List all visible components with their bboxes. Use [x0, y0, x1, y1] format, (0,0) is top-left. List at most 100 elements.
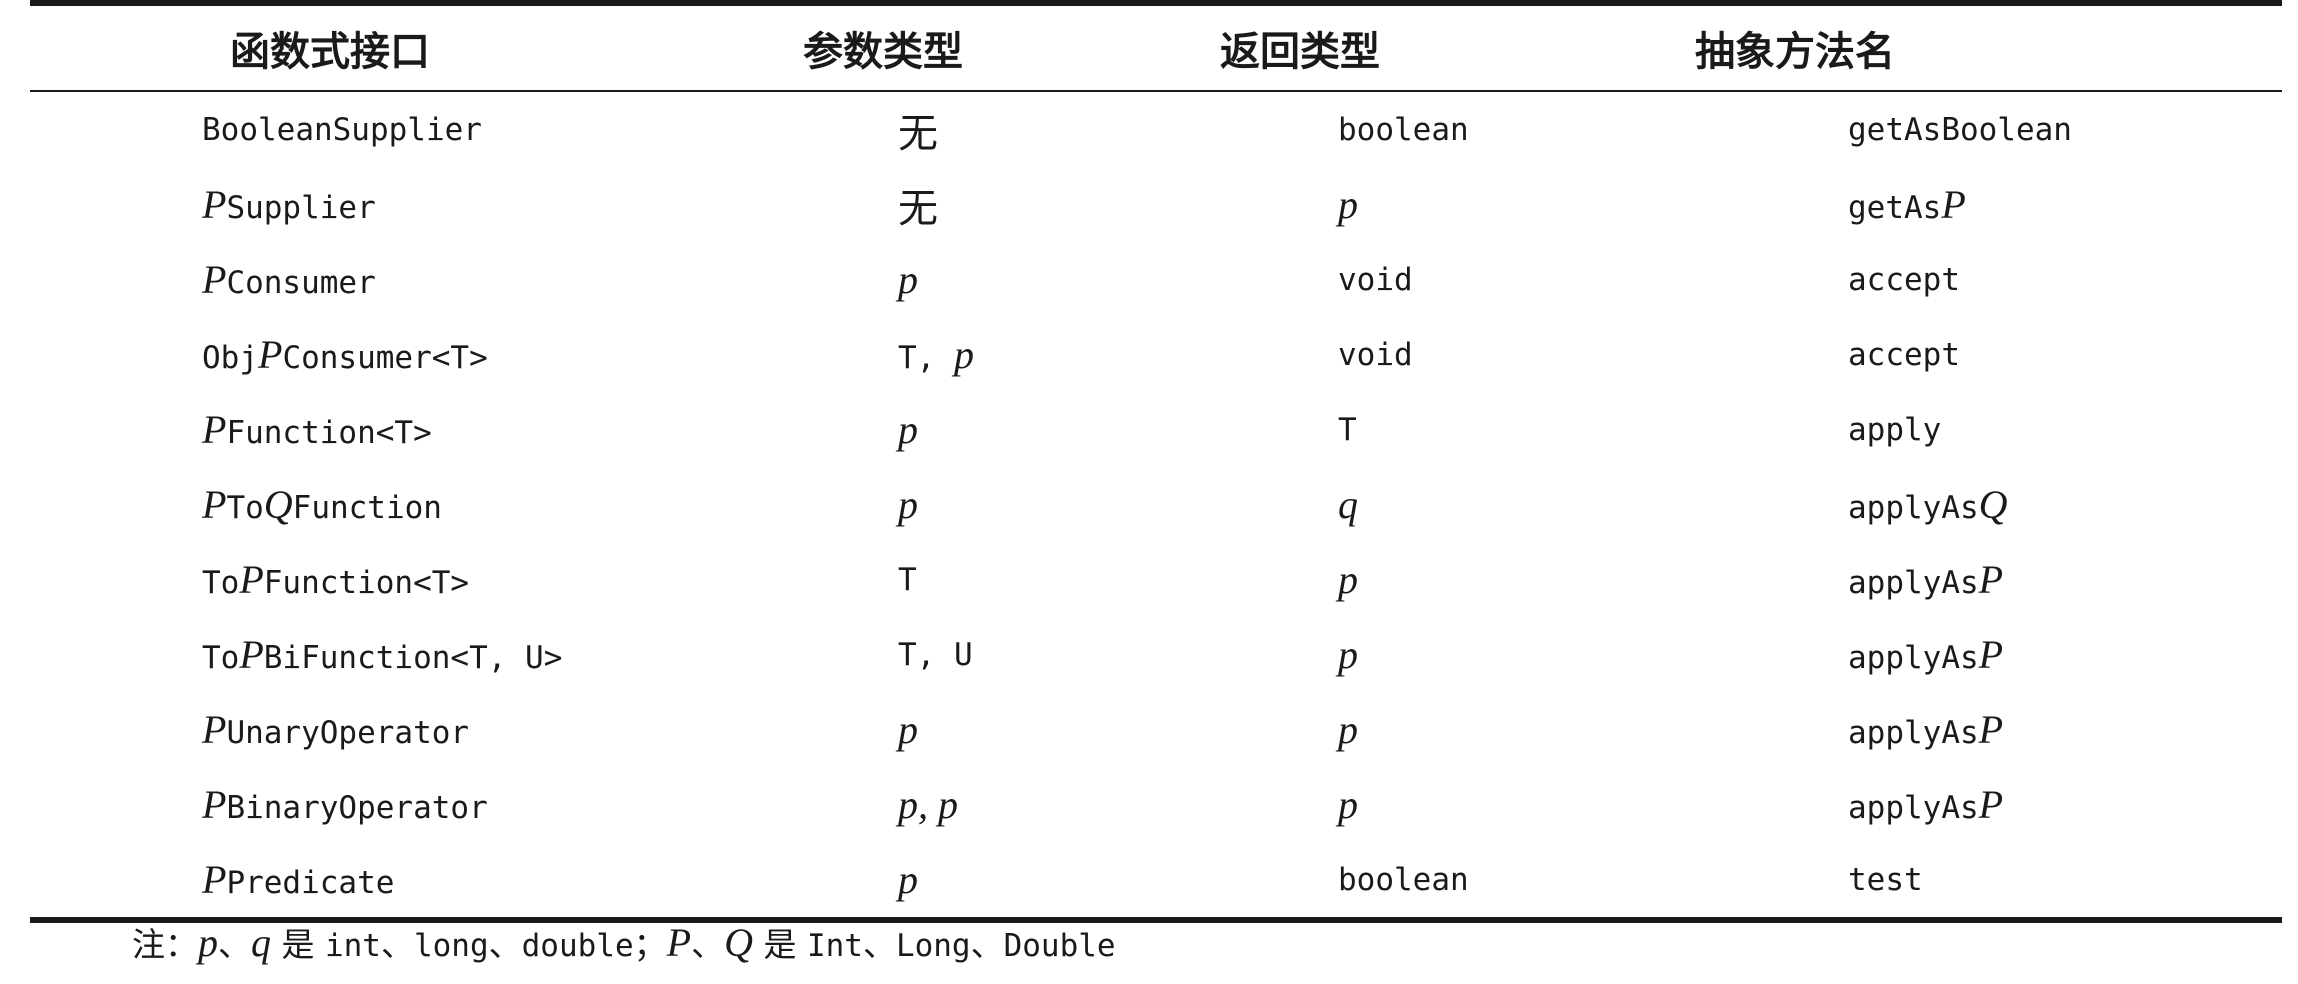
cell-method-name: applyAsP [1848, 631, 2282, 678]
cell-return-type-part: p [1338, 707, 1358, 752]
cell-interface: PFunction<T> [30, 406, 898, 453]
cell-param-type: 无 [898, 101, 1338, 159]
cell-interface: PBinaryOperator [30, 781, 898, 828]
cell-param-type-part: 无 [898, 185, 938, 232]
footnote-part: q [251, 920, 271, 965]
header-return-type: 返回类型 [1220, 29, 1380, 75]
cell-return-type-part: p [1338, 632, 1358, 677]
cell-method-name-part: applyAs [1848, 640, 1979, 676]
table-row: ObjPConsumer<T> T, p void accept [30, 317, 2282, 392]
cell-param-type-part: 无 [898, 110, 938, 157]
cell-interface: PConsumer [30, 256, 898, 303]
cell-param-type: p, p [898, 781, 1338, 828]
cell-return-type-part: p [1338, 782, 1358, 827]
table-row: ToPBiFunction<T, U> T, Up applyAsP [30, 617, 2282, 692]
cell-method-name: applyAsP [1848, 781, 2282, 828]
cell-param-type: p [898, 856, 1338, 903]
table-row: ToPFunction<T> Tp applyAsP [30, 542, 2282, 617]
cell-method-name-part: test [1848, 861, 1923, 898]
footnote-part: p [198, 920, 218, 965]
cell-param-type: p [898, 706, 1338, 753]
cell-return-type-part: boolean [1338, 111, 1469, 148]
footnote-part: int [324, 928, 381, 964]
footnote-part: P [666, 920, 692, 965]
cell-interface-part: P [202, 482, 227, 527]
cell-param-type-part: p [898, 707, 918, 752]
table-header-row: 函数式接口 参数类型 返回类型 抽象方法名 [30, 6, 2282, 90]
cell-return-type: p [1338, 631, 1848, 678]
cell-interface-part: BinaryOperator [226, 790, 488, 826]
footnote-part: 、 [488, 925, 522, 964]
footnote-part: ； [633, 925, 667, 964]
cell-method-name-part: apply [1848, 411, 1942, 448]
cell-interface-part: Supplier [226, 190, 376, 226]
cell-interface: PToQFunction [30, 481, 898, 528]
table-row: PSupplier 无 p getAsP [30, 167, 2282, 242]
footnote-part: double [521, 928, 634, 964]
footnote-part: 是 [271, 925, 325, 964]
footnote-part: 、 [380, 925, 414, 964]
footnote-part: 、 [862, 925, 896, 964]
functional-interface-table: 函数式接口 参数类型 返回类型 抽象方法名 BooleanSupplier 无 bo… [30, 0, 2282, 923]
cell-method-name: applyAsP [1848, 556, 2282, 603]
cell-param-type: p [898, 256, 1338, 303]
table-row: PToQFunction p q applyAsQ [30, 467, 2282, 542]
cell-interface-part: P [239, 557, 264, 602]
cell-interface-part: BooleanSupplier [202, 111, 482, 148]
cell-return-type: T [1338, 412, 1848, 448]
cell-method-name: apply [1848, 412, 2282, 448]
cell-return-type: boolean [1338, 862, 1848, 898]
cell-interface-part: P [202, 707, 227, 752]
cell-return-type: boolean [1338, 112, 1848, 148]
cell-method-name-part: applyAs [1848, 490, 1979, 526]
cell-method-name-part: Q [1978, 482, 2008, 527]
cell-param-type: T, p [898, 331, 1338, 378]
cell-method-name-part: P [1978, 632, 2004, 677]
cell-interface-part: To [226, 490, 264, 526]
cell-return-type: void [1338, 262, 1848, 298]
cell-return-type-part: p [1338, 182, 1358, 227]
cell-param-type-part: p [898, 857, 918, 902]
cell-method-name: getAsP [1848, 181, 2282, 228]
footnote-part: 、 [218, 925, 251, 964]
cell-method-name: applyAsP [1848, 706, 2282, 753]
cell-return-type-part: T [1338, 411, 1357, 448]
cell-method-name-part: accept [1848, 261, 1960, 298]
cell-return-type: void [1338, 337, 1848, 373]
cell-method-name-part: applyAs [1848, 790, 1979, 826]
cell-param-type: T [898, 562, 1338, 598]
footnote-part: 、 [691, 925, 725, 964]
cell-interface-part: Predicate [226, 865, 395, 901]
cell-param-type: p [898, 406, 1338, 453]
cell-return-type: p [1338, 556, 1848, 603]
cell-interface: PPredicate [30, 856, 898, 903]
cell-interface: PUnaryOperator [30, 706, 898, 753]
table-footnote: 注：p、q 是 int、long、double；P、Q 是 Int、Long、D… [132, 918, 1116, 966]
cell-return-type-part: void [1338, 336, 1413, 373]
footnote-part: Long [895, 928, 971, 964]
cell-interface-part: To [202, 565, 240, 601]
cell-param-type-part: p, p [898, 782, 958, 827]
cell-interface-part: Function<T> [226, 415, 432, 451]
cell-method-name-part: getAsBoolean [1848, 111, 2072, 148]
cell-param-type-part: p [898, 257, 918, 302]
cell-method-name-part: accept [1848, 336, 1960, 373]
footnote-part: Q [724, 920, 753, 965]
cell-return-type-part: p [1338, 557, 1358, 602]
table-body: BooleanSupplier 无 boolean getAsBoolean P Supp… [30, 92, 2282, 917]
cell-interface-part: P [202, 407, 227, 452]
table-row: PConsumer p void accept [30, 242, 2282, 317]
cell-interface: ToPFunction<T> [30, 556, 898, 603]
cell-method-name-part: P [1978, 557, 2004, 602]
cell-interface: BooleanSupplier [30, 112, 898, 148]
cell-method-name-part: applyAs [1848, 565, 1979, 601]
cell-param-type-part: T, U [898, 636, 973, 673]
cell-method-name-part: applyAs [1848, 715, 1979, 751]
cell-param-type-part: T [898, 561, 917, 598]
cell-return-type-part: q [1338, 482, 1358, 527]
cell-method-name: accept [1848, 262, 2282, 298]
footnote-part: Int [806, 928, 863, 964]
cell-interface-part: Q [263, 482, 293, 527]
cell-interface-part: P [258, 332, 283, 377]
cell-interface-part: Consumer [226, 265, 376, 301]
